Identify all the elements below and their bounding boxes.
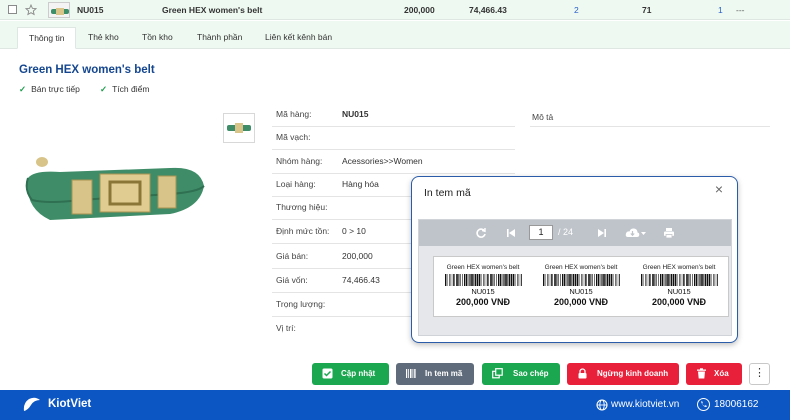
label-product-name: Green HEX women's belt: [544, 264, 618, 271]
trash-icon: [697, 368, 706, 379]
update-button[interactable]: Cập nhật: [312, 363, 389, 385]
hotline[interactable]: 18006162: [714, 399, 759, 410]
website-link[interactable]: www.kiotviet.vn: [611, 399, 679, 410]
stop-selling-button[interactable]: Ngừng kinh doanh: [567, 363, 679, 385]
barcode-label: Green HEX women's belt NU015 200,000 VNĐ: [532, 257, 630, 318]
product-thumbnail-small: [48, 2, 70, 18]
row-col-a[interactable]: 2: [574, 5, 579, 15]
label-sheet: Green HEX women's belt NU015 200,000 VNĐ…: [433, 256, 729, 317]
label-price: 200,000 VNĐ: [553, 297, 609, 307]
last-page-icon[interactable]: [597, 228, 607, 238]
dialog-title: In tem mã: [424, 187, 471, 199]
label-product-name: Green HEX women's belt: [642, 264, 716, 271]
field-product-code: Mã hàng: NU015: [272, 104, 515, 127]
description-field: Mô tả: [530, 104, 770, 127]
label-product-name: Green HEX women's belt: [446, 264, 520, 271]
more-options-button[interactable]: ⋮: [749, 363, 770, 385]
row-checkbox[interactable]: [8, 5, 17, 14]
download-icon[interactable]: [625, 227, 647, 239]
tab-sales-channel[interactable]: Liên kết kênh bán: [254, 27, 343, 49]
page-total: / 24: [558, 227, 574, 237]
barcode-image: [641, 274, 718, 286]
flag-direct-sale: ✓ Bán trực tiếp: [19, 84, 80, 94]
footer-bar: KiotViet www.kiotviet.vn 18006162: [0, 390, 790, 420]
globe-icon: [596, 399, 608, 411]
printer-icon[interactable]: [663, 227, 675, 239]
print-preview: 1 / 24 Green HEX women's belt NU015 200,…: [418, 219, 732, 336]
kiotviet-logo-icon: [23, 397, 40, 411]
product-table-row[interactable]: NU015 Green HEX women's belt 200,000 74,…: [0, 0, 790, 20]
preview-toolbar: 1 / 24: [419, 220, 731, 246]
label-product-code: NU015: [569, 287, 593, 296]
label-price: 200,000 VNĐ: [455, 297, 511, 307]
row-col-b: 71: [642, 5, 652, 15]
tab-info[interactable]: Thông tin: [17, 27, 77, 49]
row-col-more: ---: [736, 5, 745, 15]
barcode-image: [543, 274, 620, 286]
delete-button[interactable]: Xóa: [686, 363, 742, 385]
barcode-icon: [406, 369, 416, 378]
row-product-code: NU015: [77, 5, 104, 15]
brand-name: KiotViet: [48, 398, 92, 410]
print-label-button[interactable]: In tem mã: [396, 363, 474, 385]
product-title: Green HEX women's belt: [19, 64, 155, 76]
barcode-label: Green HEX women's belt NU015 200,000 VNĐ: [434, 257, 532, 318]
product-image: [25, 157, 205, 220]
lock-icon: [578, 368, 587, 379]
check-icon: ✓: [19, 84, 27, 94]
close-icon[interactable]: ×: [715, 181, 723, 197]
phone-icon: [697, 398, 710, 411]
label-price: 200,000 VNĐ: [651, 297, 707, 307]
star-icon[interactable]: [25, 4, 37, 16]
row-product-name: Green HEX women's belt: [162, 5, 263, 15]
check-icon: ✓: [100, 84, 108, 94]
copy-icon: [492, 368, 503, 379]
detail-tabs: Thông tin Thẻ kho Tồn kho Thành phần Liê…: [0, 21, 790, 49]
page-number-input[interactable]: 1: [529, 225, 553, 240]
field-category: Nhóm hàng: Acessories>>Women: [272, 151, 515, 174]
tab-components[interactable]: Thành phần: [186, 27, 253, 49]
refresh-icon[interactable]: [475, 227, 487, 239]
flag-loyalty-points: ✓ Tích điểm: [100, 84, 150, 94]
label-product-code: NU015: [471, 287, 495, 296]
tab-inventory[interactable]: Tồn kho: [131, 27, 184, 49]
row-cost: 74,466.43: [469, 5, 507, 15]
product-thumbnail[interactable]: [223, 113, 255, 143]
field-barcode: Mã vạch:: [272, 127, 515, 150]
tab-stock-card[interactable]: Thẻ kho: [77, 27, 130, 49]
print-label-dialog: In tem mã × 1 / 24 Green HEX women's bel…: [411, 176, 738, 343]
row-col-c[interactable]: 1: [718, 5, 723, 15]
checkbox-icon: [322, 368, 333, 379]
barcode-image: [445, 274, 522, 286]
first-page-icon[interactable]: [506, 228, 516, 238]
row-price: 200,000: [404, 5, 435, 15]
copy-button[interactable]: Sao chép: [482, 363, 560, 385]
label-product-code: NU015: [667, 287, 691, 296]
barcode-label: Green HEX women's belt NU015 200,000 VNĐ: [630, 257, 728, 318]
